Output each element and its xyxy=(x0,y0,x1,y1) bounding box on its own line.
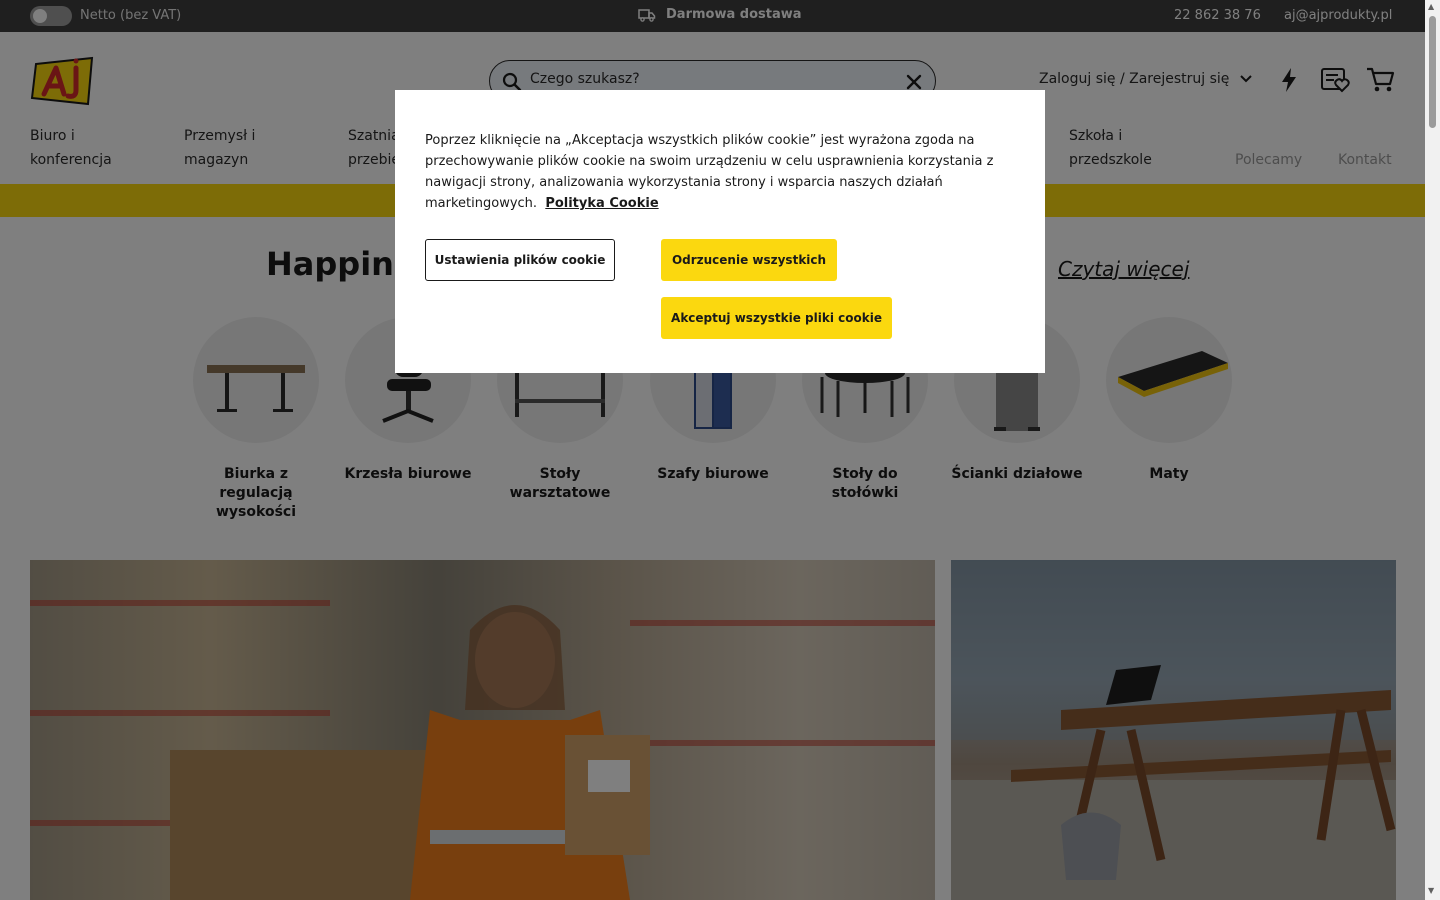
cookie-policy-link[interactable]: Polityka Cookie xyxy=(545,196,658,211)
scrollbar-thumb[interactable] xyxy=(1429,16,1436,128)
cookie-consent-text: Poprzez kliknięcie na „Akceptacja wszyst… xyxy=(425,130,1025,214)
page-scrollbar[interactable]: ▲ ▼ xyxy=(1425,0,1440,900)
scroll-down-icon[interactable]: ▼ xyxy=(1428,886,1434,895)
cookie-text: Poprzez kliknięcie na „Akceptacja wszyst… xyxy=(425,133,994,211)
reject-all-button[interactable]: Odrzucenie wszystkich xyxy=(661,239,837,281)
scroll-up-icon[interactable]: ▲ xyxy=(1428,2,1434,11)
cookie-consent-dialog: Poprzez kliknięcie na „Akceptacja wszyst… xyxy=(395,90,1045,373)
cookie-settings-button[interactable]: Ustawienia plików cookie xyxy=(425,239,615,281)
accept-all-cookies-button[interactable]: Akceptuj wszystkie pliki cookie xyxy=(661,297,892,339)
